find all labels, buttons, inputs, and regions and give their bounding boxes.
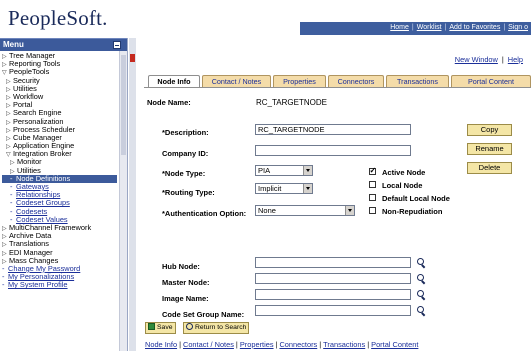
- non-repudiation-checkbox[interactable]: [369, 207, 376, 214]
- authentication-option-value: None: [258, 206, 276, 215]
- rename-button[interactable]: Rename: [467, 143, 512, 155]
- new-window-link[interactable]: New Window: [455, 55, 498, 64]
- local-node-checkbox[interactable]: [369, 181, 376, 188]
- menu-title: Menu: [3, 40, 24, 49]
- company-id-field[interactable]: [255, 145, 411, 156]
- node-type-value: PIA: [258, 166, 271, 175]
- footer-link-properties[interactable]: Properties: [240, 340, 274, 349]
- tab-properties[interactable]: Properties: [273, 75, 326, 87]
- master-node-lookup-icon[interactable]: [417, 274, 426, 283]
- scrollbar-thumb[interactable]: [121, 55, 126, 155]
- node-name-label: Node Name:: [147, 98, 191, 107]
- hub-node-label: Hub Node:: [162, 262, 200, 271]
- search-icon: [186, 323, 193, 330]
- routing-type-select[interactable]: Implicit: [255, 183, 313, 194]
- left-menu: Menu ▷ Tree Manager ▷ Reporting Tools ▽ Peopl…: [0, 38, 128, 351]
- footer-tab-links: Node Info | Contact / Notes | Properties | Con…: [145, 340, 419, 349]
- non-repudiation-label: Non-Repudiation: [382, 207, 443, 216]
- tab-contact-notes[interactable]: Contact / Notes: [202, 75, 271, 87]
- tab-portal-content[interactable]: Portal Content: [451, 75, 531, 87]
- code-set-group-name-label: Code Set Group Name:: [162, 310, 245, 319]
- save-button[interactable]: Save: [145, 322, 176, 334]
- return-to-search-button[interactable]: Return to Search: [183, 322, 250, 334]
- menu-scrollbar[interactable]: [119, 51, 127, 351]
- routing-type-value: Implicit: [258, 184, 282, 193]
- tab-bar: Node Info Contact / Notes Properties Con…: [144, 75, 531, 88]
- hub-node-lookup-icon[interactable]: [417, 258, 426, 267]
- menu-collapse-gutter: [129, 38, 136, 351]
- description-field[interactable]: RC_TARGETNODE: [255, 124, 411, 135]
- header: PeopleSoft. Home | Worklist | Add to Favorit…: [0, 0, 531, 38]
- master-node-label: Master Node:: [162, 278, 210, 287]
- authentication-option-select[interactable]: None: [255, 205, 355, 216]
- top-nav-links: Home | Worklist | Add to Favorites | Sign o: [387, 24, 531, 31]
- code-set-group-name-lookup-icon[interactable]: [417, 306, 426, 315]
- add-to-favorites-link[interactable]: Add to Favorites: [446, 24, 503, 31]
- collapse-menu-icon[interactable]: [130, 54, 135, 62]
- tab-connectors[interactable]: Connectors: [328, 75, 384, 87]
- minimize-icon[interactable]: [113, 41, 121, 49]
- routing-type-label: *Routing Type:: [162, 188, 215, 197]
- worklist-link[interactable]: Worklist: [414, 24, 445, 31]
- active-node-label: Active Node: [382, 168, 426, 177]
- node-name-value: RC_TARGETNODE: [256, 98, 327, 107]
- image-name-label: Image Name:: [162, 294, 209, 303]
- description-label: *Description:: [162, 128, 209, 137]
- footer-link-transactions[interactable]: Transactions: [323, 340, 365, 349]
- tab-transactions[interactable]: Transactions: [386, 75, 449, 87]
- footer-link-node-info[interactable]: Node Info: [145, 340, 177, 349]
- company-id-label: Company ID:: [162, 149, 209, 158]
- main-content: New Window | Help Node Info Contact / Note…: [140, 38, 531, 351]
- image-name-field[interactable]: [255, 289, 411, 300]
- menu-item-my-system-profile[interactable]: - My System Profile: [2, 281, 117, 289]
- help-link[interactable]: Help: [508, 55, 523, 64]
- save-button-label: Save: [157, 324, 173, 331]
- delete-button[interactable]: Delete: [467, 162, 512, 174]
- local-node-label: Local Node: [382, 181, 423, 190]
- save-icon: [148, 323, 155, 330]
- node-type-select[interactable]: PIA: [255, 165, 313, 176]
- sign-out-link[interactable]: Sign o: [505, 24, 531, 31]
- node-type-label: *Node Type:: [162, 169, 206, 178]
- hub-node-field[interactable]: [255, 257, 411, 268]
- authentication-option-label: *Authentication Option:: [162, 209, 247, 218]
- page-links: New Window | Help: [454, 55, 523, 64]
- chevron-down-icon[interactable]: [303, 166, 312, 175]
- master-node-field[interactable]: [255, 273, 411, 284]
- default-local-node-label: Default Local Node: [382, 194, 450, 203]
- footer-link-contact-notes[interactable]: Contact / Notes: [183, 340, 234, 349]
- active-node-checkbox[interactable]: [369, 166, 376, 175]
- return-to-search-label: Return to Search: [195, 324, 247, 331]
- copy-button[interactable]: Copy: [467, 124, 512, 136]
- code-set-group-name-field[interactable]: [255, 305, 411, 316]
- peoplesoft-logo: PeopleSoft.: [8, 6, 108, 30]
- tab-divider: [144, 87, 531, 88]
- menu-list: ▷ Tree Manager ▷ Reporting Tools ▽ PeopleTool…: [2, 51, 117, 289]
- home-link[interactable]: Home: [387, 24, 412, 31]
- chevron-down-icon[interactable]: [303, 184, 312, 193]
- footer-link-connectors[interactable]: Connectors: [279, 340, 317, 349]
- menu-header: Menu: [0, 38, 127, 51]
- chevron-down-icon[interactable]: [345, 206, 354, 215]
- default-local-node-checkbox[interactable]: [369, 194, 376, 201]
- menu-item-label: My System Profile: [8, 280, 68, 290]
- footer-link-portal-content[interactable]: Portal Content: [371, 340, 418, 349]
- image-name-lookup-icon[interactable]: [417, 290, 426, 299]
